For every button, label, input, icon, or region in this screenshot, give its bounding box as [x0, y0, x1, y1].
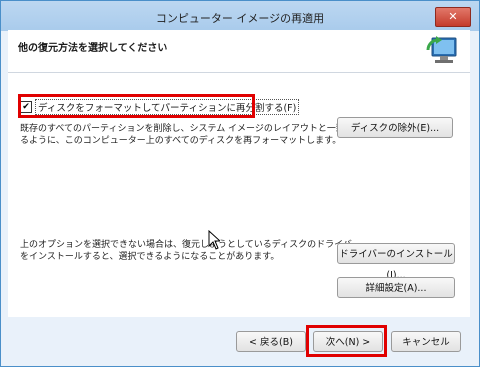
driver-description-line: 上のオプションを選択できない場合は、復元しようとしているディスクのドライバー — [20, 240, 361, 250]
next-button[interactable]: 次へ(N) > — [313, 331, 383, 352]
mouse-cursor-icon — [208, 230, 220, 250]
dialog-content: ✔ ディスクをフォーマットしてパーティションに再分割する(F) 既存のすべてのパ… — [8, 73, 470, 317]
back-button[interactable]: < 戻る(B) — [236, 331, 306, 352]
title-bar: コンピューター イメージの再適用 ✕ — [1, 1, 479, 31]
install-driver-button[interactable]: ドライバーのインストール(I)... — [337, 243, 455, 281]
computer-restore-icon — [426, 36, 457, 63]
dialog-footer: < 戻る(B) 次へ(N) > キャンセル — [8, 318, 470, 358]
close-button[interactable]: ✕ — [435, 7, 471, 27]
format-description-line: 既存のすべてのパーティションを削除し、システム イメージのレイアウトと一致す — [20, 124, 354, 134]
window-title: コンピューター イメージの再適用 — [155, 12, 325, 25]
dialog-header: 他の復元方法を選択してください — [8, 30, 470, 73]
exclude-disks-button[interactable]: ディスクの除外(E)... — [337, 117, 453, 138]
format-description-line: るように、このコンピューター上のすべてのディスクを再フォーマットします。 — [20, 136, 342, 146]
format-disks-label[interactable]: ディスクをフォーマットしてパーティションに再分割する(F) — [35, 99, 300, 115]
format-description: 既存のすべてのパーティションを削除し、システム イメージのレイアウトと一致す る… — [20, 123, 354, 147]
cancel-button[interactable]: キャンセル — [391, 331, 461, 352]
driver-description: 上のオプションを選択できない場合は、復元しようとしているディスクのドライバー を… — [20, 239, 361, 263]
format-disks-option[interactable]: ✔ ディスクをフォーマットしてパーティションに再分割する(F) — [20, 98, 300, 116]
driver-description-line: をインストールすると、選択できるようになることがあります。 — [20, 252, 280, 262]
advanced-settings-button[interactable]: 詳細設定(A)... — [337, 277, 455, 298]
format-disks-checkbox[interactable]: ✔ — [20, 101, 32, 113]
page-heading: 他の復元方法を選択してください — [18, 43, 168, 54]
